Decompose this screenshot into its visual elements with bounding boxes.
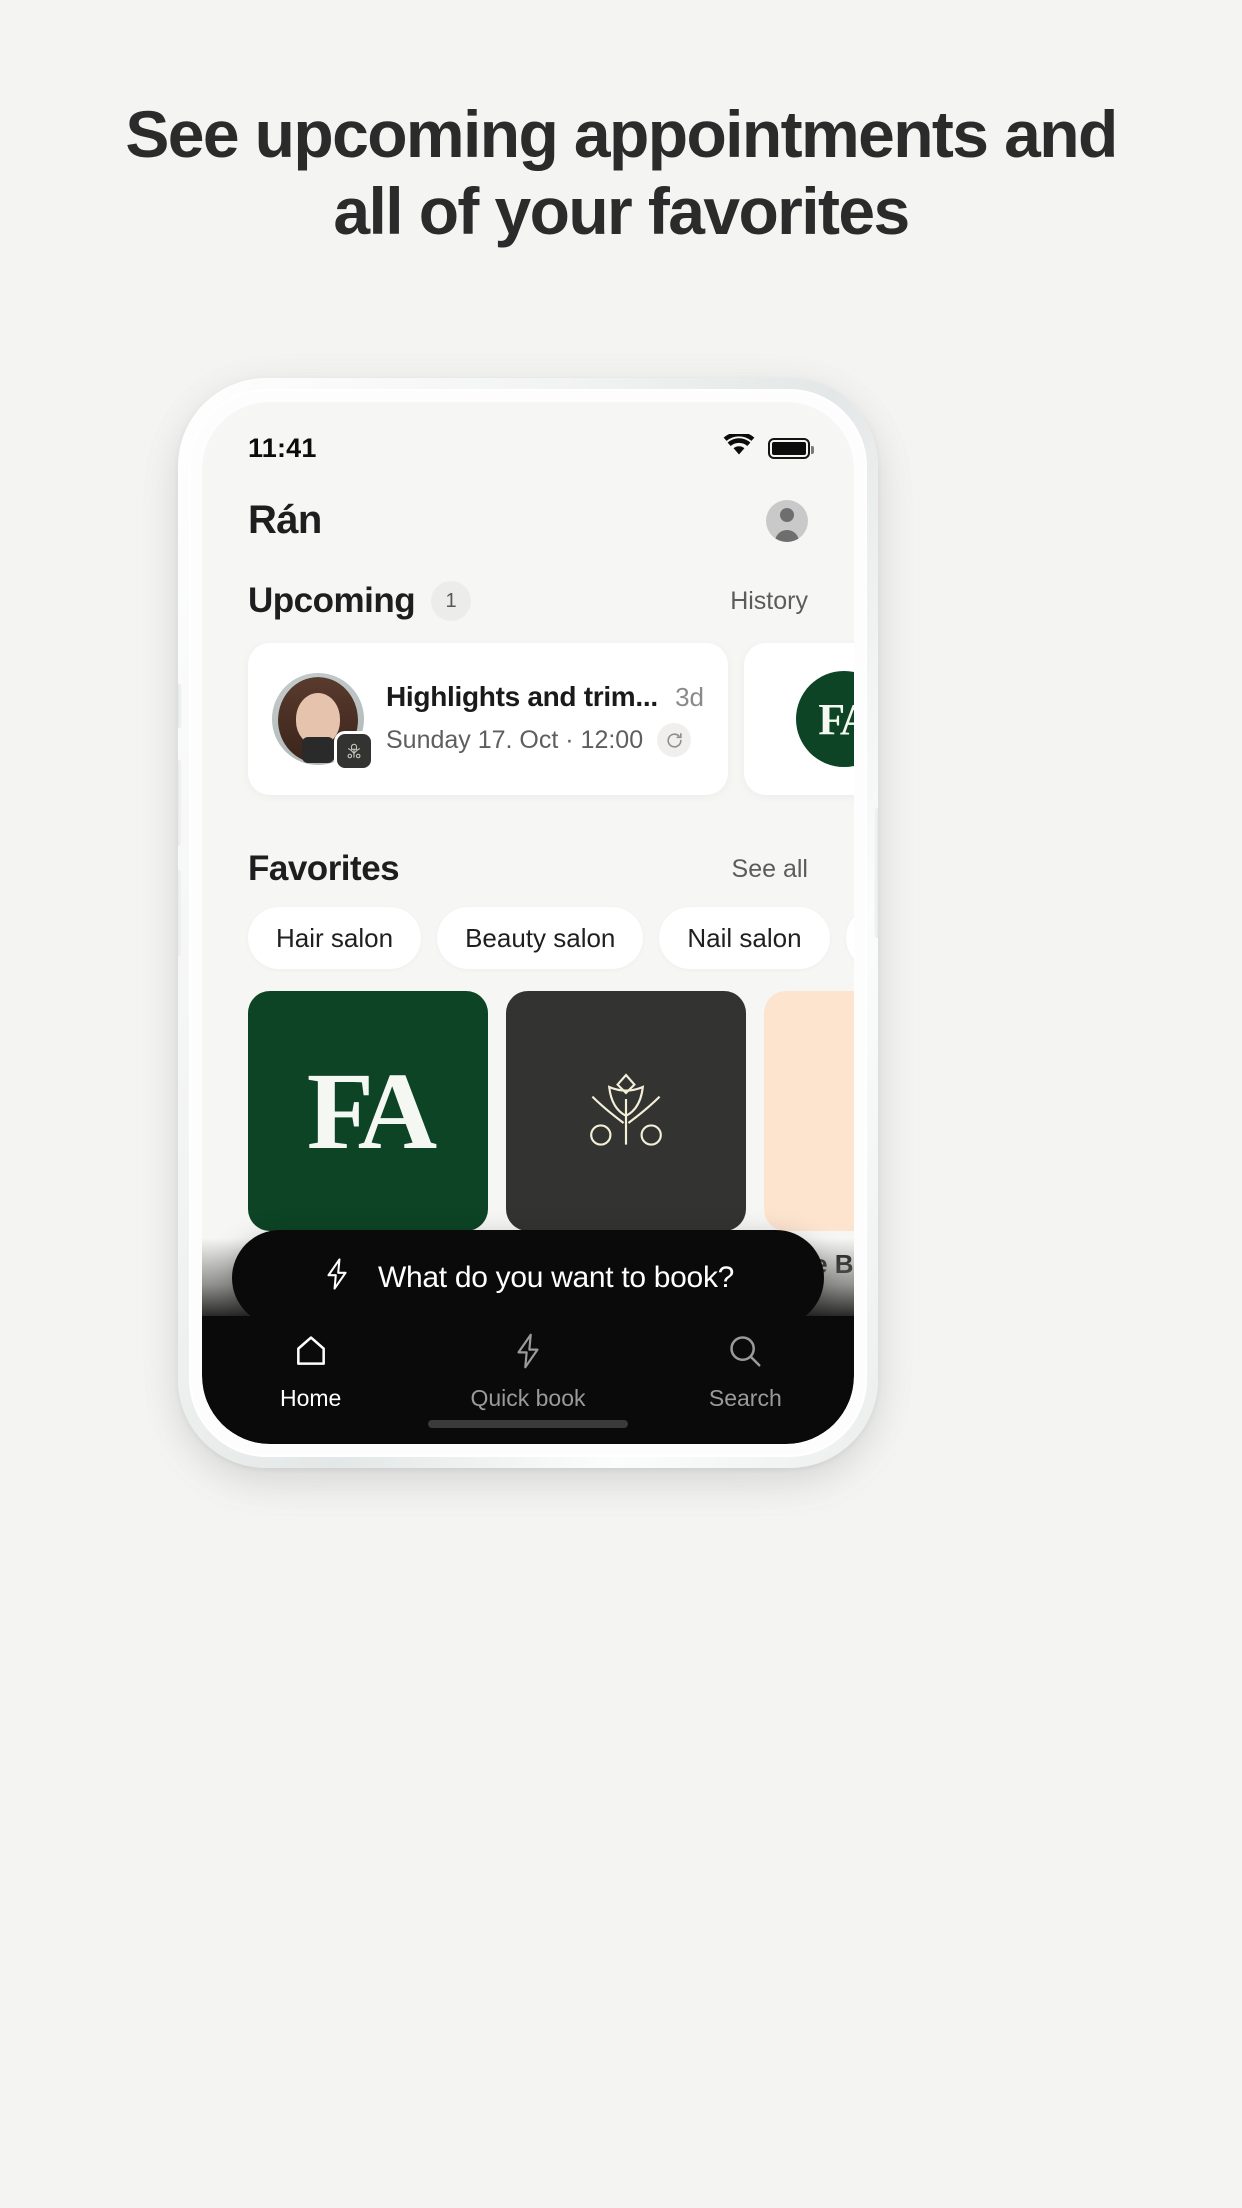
- appointment-datetime: Sunday 17. Oct · 12:00: [386, 725, 644, 754]
- power-button[interactable]: [874, 808, 878, 938]
- appointment-avatar: [272, 673, 374, 771]
- bottom-tab-bar[interactable]: Home Quick book Search: [202, 1316, 854, 1444]
- repeat-icon: [657, 723, 692, 757]
- quick-book-bar[interactable]: What do you want to book?: [232, 1230, 824, 1326]
- app-header: Rán: [202, 476, 854, 543]
- battery-full-icon: [768, 437, 814, 459]
- status-bar: 11:41: [202, 402, 854, 476]
- greeting-title: Rán: [248, 498, 322, 542]
- favorite-thumbnail: FA: [248, 991, 488, 1231]
- upcoming-carousel[interactable]: Highlights and trim... 3d Sunday 17. Oct…: [202, 621, 854, 795]
- upcoming-section-header: Upcoming 1 History: [202, 581, 854, 621]
- silent-switch[interactable]: [178, 684, 182, 728]
- tab-quick-book-label: Quick book: [470, 1385, 586, 1411]
- chip-hair-salon[interactable]: Hair salon: [248, 907, 422, 969]
- appointment-card-next[interactable]: FA: [744, 643, 854, 795]
- tab-quick-book[interactable]: Quick book: [419, 1332, 636, 1412]
- appointment-card[interactable]: Highlights and trim... 3d Sunday 17. Oct…: [248, 643, 728, 795]
- favorites-section-header: Favorites See all: [202, 849, 854, 889]
- search-icon: [726, 1332, 764, 1375]
- user-avatar-icon[interactable]: [766, 499, 808, 542]
- phone-screen: 11:41 Rán Upcoming 1 History Highlights …: [202, 402, 854, 1444]
- history-link[interactable]: History: [730, 587, 808, 616]
- upcoming-count-badge: 1: [431, 581, 472, 621]
- chip-chiropractor[interactable]: Chiropract: [845, 907, 854, 969]
- appointment-title: Highlights and trim...: [386, 681, 658, 712]
- rose-outline-icon: [824, 1046, 854, 1176]
- appointment-relative-time: 3d: [675, 682, 704, 712]
- chip-beauty-salon[interactable]: Beauty salon: [437, 907, 644, 969]
- favorites-see-all-link[interactable]: See all: [732, 855, 808, 884]
- fatima-logo-icon: FA: [306, 1049, 437, 1172]
- tab-search[interactable]: Search: [637, 1332, 854, 1412]
- tab-home[interactable]: Home: [202, 1332, 419, 1412]
- home-icon: [292, 1332, 330, 1375]
- wifi-icon: [723, 431, 755, 462]
- lightning-bolt-icon: [322, 1257, 352, 1299]
- favorites-filter-chips[interactable]: Hair salon Beauty salon Nail salon Chiro…: [202, 889, 854, 969]
- fatima-logo-icon: FA: [796, 671, 854, 767]
- phone-mockup: 11:41 Rán Upcoming 1 History Highlights …: [178, 378, 878, 1468]
- page-headline: See upcoming appointments and all of you…: [125, 97, 1118, 249]
- home-indicator: [428, 1420, 628, 1428]
- appointment-text: Highlights and trim... 3d Sunday 17. Oct…: [386, 681, 704, 757]
- status-icons: [723, 431, 814, 462]
- tab-search-label: Search: [708, 1385, 782, 1411]
- phone-frame: 11:41 Rán Upcoming 1 History Highlights …: [178, 378, 878, 1468]
- favorite-thumbnail: [506, 991, 746, 1231]
- status-time: 11:41: [248, 432, 317, 463]
- lightning-bolt-icon: [510, 1332, 546, 1375]
- chip-nail-salon[interactable]: Nail salon: [659, 907, 830, 969]
- scissors-flower-icon: [334, 731, 374, 771]
- volume-up-button[interactable]: [178, 760, 182, 846]
- tulip-scissors-icon: [590, 1073, 662, 1146]
- volume-down-button[interactable]: [178, 870, 182, 956]
- favorites-title: Favorites: [248, 849, 400, 888]
- favorite-thumbnail: [764, 991, 854, 1231]
- quick-book-label: What do you want to book?: [377, 1261, 735, 1294]
- tab-home-label: Home: [279, 1385, 342, 1411]
- upcoming-title: Upcoming: [248, 581, 416, 620]
